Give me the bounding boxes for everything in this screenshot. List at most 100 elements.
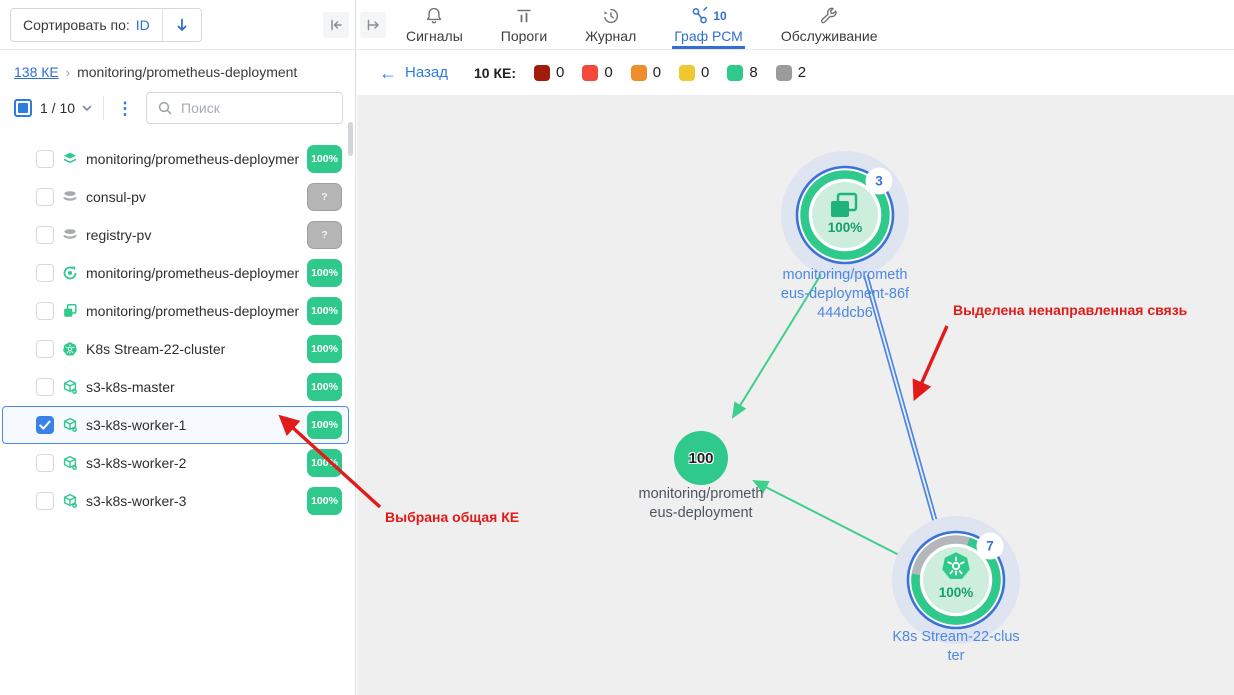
- back-button[interactable]: ← Назад: [379, 64, 448, 82]
- legend-count: 0: [653, 64, 661, 81]
- cube-icon: [62, 455, 78, 471]
- list-item-label: K8s Stream-22-cluster: [86, 341, 299, 357]
- status-badge: ?: [307, 221, 342, 249]
- list-item-label: monitoring/prometheus-deploymen...: [86, 303, 299, 319]
- checkbox[interactable]: [36, 492, 54, 510]
- annotation-selection-note: Выбрана общая КЕ: [385, 509, 519, 525]
- legend-count: 0: [556, 64, 564, 81]
- sort-label: Сортировать по:: [11, 17, 136, 33]
- list-item-label: monitoring/prometheus-deploymen...: [86, 151, 299, 167]
- node-health-value: 100: [688, 450, 713, 467]
- list-item-label: monitoring/prometheus-deployment: [86, 265, 299, 281]
- list-item[interactable]: K8s Stream-22-cluster 100%: [2, 330, 349, 368]
- tab-count-badge: 10: [713, 9, 726, 23]
- breadcrumb-root-link[interactable]: 138 КЕ: [14, 64, 59, 80]
- status-badge: ?: [307, 183, 342, 211]
- collapse-left-icon: [328, 17, 344, 33]
- checkbox[interactable]: [36, 302, 54, 320]
- graph-node-deployment[interactable]: 100: [674, 431, 728, 485]
- kubernetes-icon: [62, 341, 78, 357]
- list-item-label: s3-k8s-worker-1: [86, 417, 299, 433]
- entity-list: monitoring/prometheus-deploymen... 100% …: [0, 132, 355, 520]
- status-badge: 100%: [307, 259, 342, 287]
- status-badge: 100%: [307, 487, 342, 515]
- search-box[interactable]: [146, 92, 343, 124]
- checkbox[interactable]: [36, 340, 54, 358]
- legend-count: 0: [604, 64, 612, 81]
- legend-item-minor: 0: [631, 64, 661, 81]
- checkbox[interactable]: [36, 150, 54, 168]
- sort-down-icon: [174, 17, 190, 33]
- select-all-checkbox[interactable]: [14, 99, 32, 117]
- status-badge: 100%: [307, 411, 342, 439]
- tab-signals[interactable]: Сигналы: [404, 0, 465, 49]
- back-label: Назад: [405, 64, 448, 81]
- checkbox[interactable]: [36, 378, 54, 396]
- tab-label: Пороги: [501, 28, 547, 44]
- legend-count: 2: [798, 64, 806, 81]
- cube-icon: [62, 379, 78, 395]
- list-item-label: s3-k8s-worker-3: [86, 493, 299, 509]
- graph-node-cluster-label[interactable]: K8s Stream-22-cluster: [891, 628, 1021, 666]
- list-controls: 1 / 10 ⋮: [0, 82, 355, 132]
- select-all-fill: [18, 103, 28, 113]
- list-item[interactable]: monitoring/prometheus-deploymen... 100%: [2, 292, 349, 330]
- chevron-down-icon: [81, 102, 93, 114]
- graph-node-deployment-label[interactable]: monitoring/prometheus-deployment: [636, 485, 766, 523]
- checkbox[interactable]: [36, 188, 54, 206]
- sort-direction-button[interactable]: [163, 9, 201, 41]
- legend-swatch-critical: [534, 65, 550, 81]
- list-item[interactable]: s3-k8s-worker-3 100%: [2, 482, 349, 520]
- tab-rsm-graph[interactable]: 10 Граф РСМ: [672, 0, 745, 49]
- tab-label: Граф РСМ: [674, 28, 743, 44]
- legend-count: 0: [701, 64, 709, 81]
- list-item[interactable]: s3-k8s-master 100%: [2, 368, 349, 406]
- list-item[interactable]: registry-pv ?: [2, 216, 349, 254]
- main-header: Сигналы Пороги Журнал 10 Граф РСМ Обслуж…: [357, 0, 1234, 50]
- collapse-sidebar-button[interactable]: [323, 12, 349, 38]
- tab-thresholds[interactable]: Пороги: [499, 0, 549, 49]
- search-icon: [157, 100, 173, 116]
- breadcrumb: 138 КЕ › monitoring/prometheus-deploymen…: [0, 50, 355, 82]
- graph-toolbar: ← Назад 10 КЕ: 0 0 0 0 8 2: [357, 50, 1234, 95]
- checkbox[interactable]: [36, 264, 54, 282]
- page-indicator-value: 1 / 10: [40, 100, 75, 116]
- legend-item-ok: 8: [727, 64, 757, 81]
- list-item[interactable]: s3-k8s-worker-2 100%: [2, 444, 349, 482]
- legend-swatch-major: [582, 65, 598, 81]
- search-input[interactable]: [181, 100, 332, 116]
- list-item-label: consul-pv: [86, 189, 299, 205]
- breadcrumb-current: monitoring/prometheus-deployment: [77, 64, 297, 80]
- legend-swatch-minor: [631, 65, 647, 81]
- list-item[interactable]: monitoring/prometheus-deploymen... 100%: [2, 140, 349, 178]
- cube-icon: [62, 417, 78, 433]
- tab-maintenance[interactable]: Обслуживание: [779, 0, 880, 49]
- page-indicator[interactable]: 1 / 10: [40, 100, 93, 116]
- expand-sidebar-button[interactable]: [360, 12, 386, 38]
- tab-bar: Сигналы Пороги Журнал 10 Граф РСМ Обслуж…: [404, 0, 880, 49]
- rsm-graph-canvas[interactable]: 100% 3 monitoring/prometheus-deployment-…: [357, 95, 1234, 695]
- list-item-selected[interactable]: s3-k8s-worker-1 100%: [2, 406, 349, 444]
- annotation-link-note: Выделена ненаправленная связь: [953, 302, 1187, 318]
- tab-journal[interactable]: Журнал: [583, 0, 638, 49]
- graph-node-pod-label[interactable]: monitoring/prometheus-deployment-86f444d…: [780, 266, 910, 323]
- checkbox[interactable]: [36, 454, 54, 472]
- scrollbar-thumb[interactable]: [348, 122, 353, 156]
- legend-item-unknown: 2: [776, 64, 806, 81]
- ke-summary-label: 10 КЕ:: [474, 65, 516, 81]
- checkbox-checked[interactable]: [36, 416, 54, 434]
- status-legend: 0 0 0 0 8 2: [534, 64, 806, 81]
- sidebar-header: Сортировать по: ID: [0, 0, 355, 50]
- sort-control[interactable]: Сортировать по: ID: [10, 8, 202, 42]
- list-item[interactable]: consul-pv ?: [2, 178, 349, 216]
- more-options-button[interactable]: ⋮: [114, 100, 136, 117]
- tab-label: Журнал: [585, 28, 636, 44]
- node-health-value: 100%: [828, 220, 863, 235]
- checkbox[interactable]: [36, 226, 54, 244]
- cube-icon: [62, 493, 78, 509]
- list-item-label: s3-k8s-master: [86, 379, 299, 395]
- back-arrow-icon: ←: [379, 64, 397, 82]
- list-item[interactable]: monitoring/prometheus-deployment 100%: [2, 254, 349, 292]
- sort-field[interactable]: ID: [136, 17, 162, 33]
- list-item-label: s3-k8s-worker-2: [86, 455, 299, 471]
